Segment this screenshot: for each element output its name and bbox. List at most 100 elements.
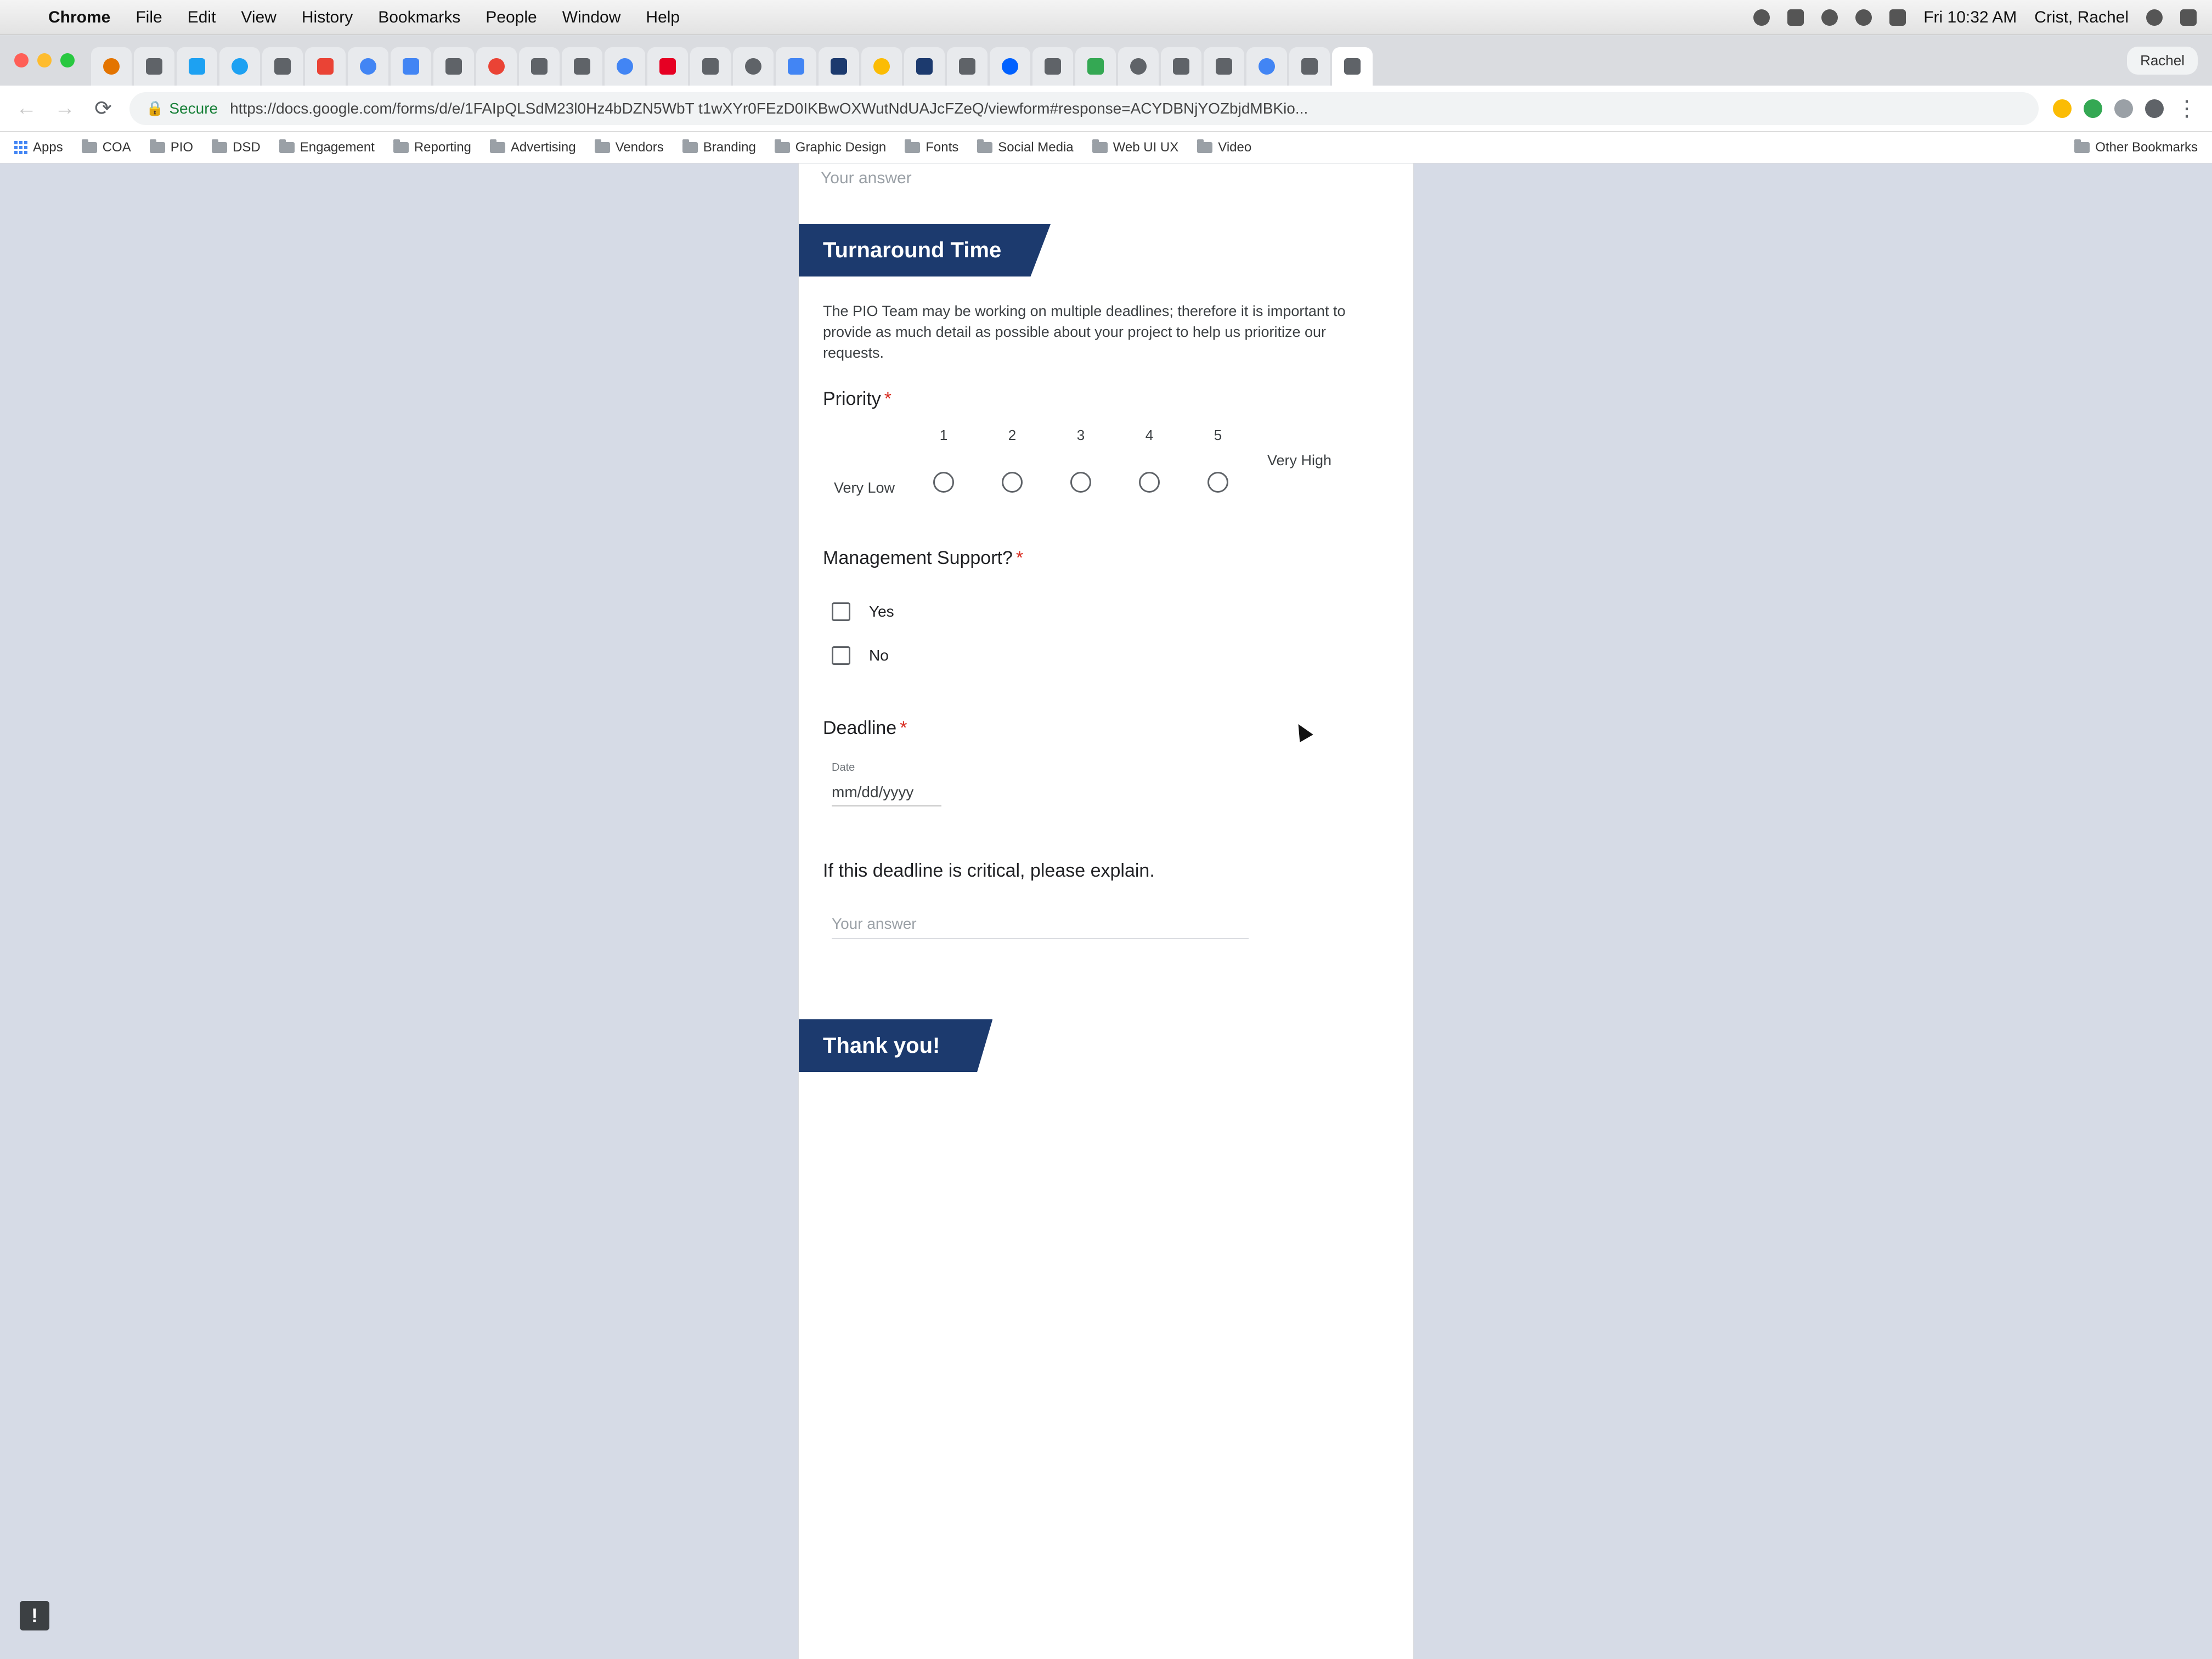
bookmark-folder[interactable]: PIO	[149, 139, 193, 155]
bookmark-folder[interactable]: Vendors	[594, 139, 664, 155]
browser-tab[interactable]	[348, 47, 388, 86]
browser-tab[interactable]	[134, 47, 174, 86]
back-button[interactable]: ←	[14, 97, 38, 120]
browser-tab[interactable]	[1118, 47, 1159, 86]
menu-chrome[interactable]: Chrome	[48, 8, 110, 27]
browser-tab[interactable]	[91, 47, 132, 86]
extension-icon[interactable]	[2114, 99, 2133, 118]
menu-bar-clock[interactable]: Fri 10:32 AM	[1923, 8, 2017, 27]
radio-button[interactable]	[933, 472, 954, 493]
browser-tab[interactable]	[177, 47, 217, 86]
zoom-window-icon[interactable]	[60, 53, 75, 67]
menu-window[interactable]: Window	[562, 8, 621, 27]
bookmark-folder[interactable]: Video	[1197, 139, 1251, 155]
browser-tab[interactable]	[733, 47, 774, 86]
bookmark-other-folder[interactable]: Other Bookmarks	[2074, 139, 2198, 155]
menu-edit[interactable]: Edit	[188, 8, 216, 27]
menu-bookmarks[interactable]: Bookmarks	[378, 8, 460, 27]
folder-icon	[977, 139, 993, 153]
url-text[interactable]: https://docs.google.com/forms/d/e/1FAIpQ…	[230, 100, 1308, 117]
bookmark-folder[interactable]: DSD	[212, 139, 261, 155]
radio-button[interactable]	[1070, 472, 1091, 493]
bookmark-folder[interactable]: Branding	[682, 139, 756, 155]
report-feedback-icon[interactable]: !	[20, 1601, 49, 1630]
browser-tab[interactable]	[391, 47, 431, 86]
browser-tab[interactable]	[776, 47, 816, 86]
browser-tab[interactable]	[1332, 47, 1373, 86]
browser-tab[interactable]	[1075, 47, 1116, 86]
menu-people[interactable]: People	[486, 8, 537, 27]
chrome-menu-button[interactable]: ⋮	[2176, 96, 2198, 121]
status-app-icon[interactable]	[1753, 9, 1770, 26]
checkbox-option-yes[interactable]: Yes	[832, 602, 894, 621]
previous-answer-field[interactable]: Your answer	[821, 169, 912, 188]
bookmark-folder[interactable]: COA	[81, 139, 131, 155]
chrome-tab-strip: Rachel	[0, 35, 2212, 86]
reload-button[interactable]: ⟳	[91, 96, 115, 121]
browser-tab[interactable]	[305, 47, 346, 86]
extension-icon[interactable]	[2145, 99, 2164, 118]
page-viewport[interactable]: Your answer Turnaround Time The PIO Team…	[0, 163, 2212, 1659]
menu-bar-user[interactable]: Crist, Rachel	[2034, 8, 2129, 27]
bookmark-folder[interactable]: Advertising	[489, 139, 576, 155]
browser-tab[interactable]	[1032, 47, 1073, 86]
browser-tab[interactable]	[1246, 47, 1287, 86]
wifi-icon[interactable]	[1855, 9, 1872, 26]
browser-tab[interactable]	[519, 47, 560, 86]
bookmark-folder[interactable]: Web UI UX	[1092, 139, 1179, 155]
browser-tab[interactable]	[476, 47, 517, 86]
browser-tab[interactable]	[947, 47, 988, 86]
forward-button[interactable]: →	[53, 97, 77, 120]
bookmark-label: Branding	[703, 139, 756, 155]
menu-history[interactable]: History	[302, 8, 353, 27]
bookmark-folder[interactable]: Graphic Design	[774, 139, 886, 155]
checkbox-option-no[interactable]: No	[832, 646, 889, 665]
browser-tab[interactable]	[1204, 47, 1244, 86]
radio-button[interactable]	[1002, 472, 1023, 493]
bookmark-apps[interactable]: Apps	[14, 140, 63, 155]
browser-tab[interactable]	[990, 47, 1030, 86]
browser-tab[interactable]	[562, 47, 602, 86]
tab-favicon-icon	[1301, 58, 1318, 75]
browser-tab[interactable]	[690, 47, 731, 86]
deadline-date-input[interactable]: mm/dd/yyyy	[832, 783, 941, 806]
minimize-window-icon[interactable]	[37, 53, 52, 67]
menu-view[interactable]: View	[241, 8, 276, 27]
critical-explanation-input[interactable]: Your answer	[832, 915, 1249, 939]
browser-tab[interactable]	[433, 47, 474, 86]
battery-icon[interactable]	[1889, 9, 1906, 26]
menu-help[interactable]: Help	[646, 8, 680, 27]
status-bluetooth-icon[interactable]	[1821, 9, 1838, 26]
browser-tab[interactable]	[219, 47, 260, 86]
folder-icon	[682, 139, 698, 153]
checkbox[interactable]	[832, 602, 850, 621]
bookmark-label: Other Bookmarks	[2095, 139, 2198, 155]
bookmark-folder[interactable]: Engagement	[279, 139, 375, 155]
close-window-icon[interactable]	[14, 53, 29, 67]
browser-tab[interactable]	[1289, 47, 1330, 86]
radio-button[interactable]	[1207, 472, 1228, 493]
profile-button[interactable]: Rachel	[2127, 46, 2198, 75]
address-bar[interactable]: 🔒 Secure https://docs.google.com/forms/d…	[129, 92, 2039, 125]
menu-file[interactable]: File	[136, 8, 162, 27]
notification-center-icon[interactable]	[2180, 9, 2197, 26]
bookmark-folder[interactable]: Social Media	[977, 139, 1074, 155]
browser-tab[interactable]	[861, 47, 902, 86]
checkbox[interactable]	[832, 646, 850, 665]
bookmark-star-icon[interactable]	[2053, 99, 2072, 118]
priority-linear-scale: Very Low 1 2 3 4 5 Very High	[823, 427, 1383, 509]
browser-tab[interactable]	[262, 47, 303, 86]
browser-tab[interactable]	[904, 47, 945, 86]
bookmark-folder[interactable]: Reporting	[393, 139, 471, 155]
radio-button[interactable]	[1139, 472, 1160, 493]
browser-tab[interactable]	[819, 47, 859, 86]
bookmark-label: Web UI UX	[1113, 139, 1179, 155]
bookmark-folder[interactable]: Fonts	[905, 139, 958, 155]
folder-icon	[489, 139, 505, 153]
extension-icon[interactable]	[2084, 99, 2102, 118]
spotlight-search-icon[interactable]	[2146, 9, 2163, 26]
browser-tab[interactable]	[605, 47, 645, 86]
status-shield-icon[interactable]	[1787, 9, 1804, 26]
browser-tab[interactable]	[1161, 47, 1201, 86]
browser-tab[interactable]	[647, 47, 688, 86]
